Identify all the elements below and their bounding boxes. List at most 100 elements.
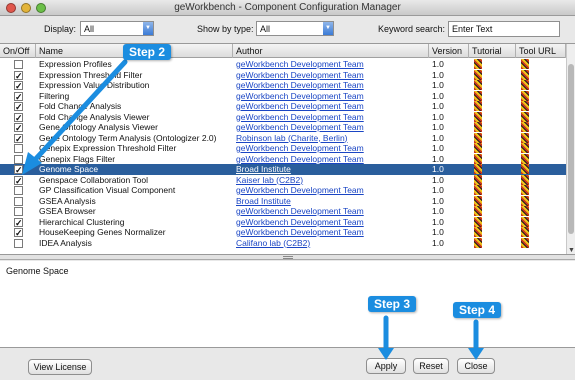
- enable-checkbox[interactable]: [14, 60, 23, 69]
- author-link[interactable]: geWorkbench Development Team: [233, 112, 429, 123]
- table-row[interactable]: Expression Value Distribution geWorkbench…: [0, 80, 566, 91]
- display-select[interactable]: All ▼: [80, 21, 154, 36]
- table-row[interactable]: HouseKeeping Genes Normalizer geWorkbench…: [0, 227, 566, 238]
- table-row[interactable]: GSEA Analysis Broad Institute 1.0: [0, 195, 566, 207]
- enable-checkbox[interactable]: [14, 196, 23, 206]
- tutorial-icon[interactable]: [474, 185, 482, 195]
- tutorial-icon[interactable]: [474, 216, 482, 227]
- tutorial-icon[interactable]: [474, 101, 482, 111]
- author-link[interactable]: geWorkbench Development Team: [233, 91, 429, 102]
- table-row[interactable]: Hierarchical Clustering geWorkbench Devel…: [0, 216, 566, 228]
- author-link[interactable]: geWorkbench Development Team: [233, 227, 429, 238]
- tutorial-icon[interactable]: [474, 69, 482, 80]
- tool-url-icon[interactable]: [521, 206, 529, 216]
- tutorial-icon[interactable]: [474, 206, 482, 216]
- table-row[interactable]: Gene Ontology Analysis Viewer geWorkbench…: [0, 122, 566, 133]
- table-row[interactable]: Genepix Expression Threshold Filter geWor…: [0, 143, 566, 154]
- tool-url-icon[interactable]: [521, 80, 529, 90]
- author-link[interactable]: Broad Institute: [233, 196, 429, 207]
- author-link[interactable]: Kaiser lab (C2B2): [233, 175, 429, 186]
- enable-checkbox[interactable]: [14, 70, 23, 80]
- table-row[interactable]: IDEA Analysis Califano lab (C2B2) 1.0: [0, 237, 566, 249]
- tool-url-icon[interactable]: [521, 164, 529, 174]
- author-link[interactable]: geWorkbench Development Team: [233, 101, 429, 112]
- table-row[interactable]: GP Classification Visual Component geWork…: [0, 185, 566, 196]
- table-row[interactable]: Filtering geWorkbench Development Team1.0: [0, 90, 566, 102]
- tool-url-icon[interactable]: [521, 101, 529, 111]
- tutorial-icon[interactable]: [474, 59, 482, 69]
- table-row[interactable]: Genome Space Broad Institute1.0: [0, 164, 566, 175]
- tutorial-icon[interactable]: [474, 227, 482, 237]
- tutorial-icon[interactable]: [474, 80, 482, 90]
- author-link[interactable]: geWorkbench Development Team: [233, 122, 429, 133]
- enable-checkbox[interactable]: [14, 112, 23, 122]
- enable-checkbox[interactable]: [14, 238, 23, 248]
- split-pane-divider[interactable]: [0, 255, 575, 260]
- enable-checkbox[interactable]: [14, 102, 23, 111]
- table-row[interactable]: Gene Ontology Term Analysis (Ontologizer…: [0, 132, 566, 144]
- col-author[interactable]: Author: [233, 44, 429, 58]
- tool-url-icon[interactable]: [521, 174, 529, 185]
- enable-checkbox[interactable]: [14, 175, 23, 185]
- tool-url-icon[interactable]: [521, 195, 529, 206]
- tool-url-icon[interactable]: [521, 143, 529, 153]
- enable-checkbox[interactable]: [14, 165, 23, 174]
- author-link[interactable]: geWorkbench Development Team: [233, 80, 429, 91]
- table-row[interactable]: Expression Threshold Filter geWorkbench D…: [0, 69, 566, 81]
- enable-checkbox[interactable]: [14, 228, 23, 237]
- keyword-search-input[interactable]: [448, 21, 560, 37]
- enable-checkbox[interactable]: [14, 154, 23, 164]
- author-link[interactable]: geWorkbench Development Team: [233, 59, 429, 70]
- tool-url-icon[interactable]: [521, 237, 529, 248]
- apply-button[interactable]: Apply: [366, 358, 406, 374]
- tutorial-icon[interactable]: [474, 143, 482, 153]
- table-row[interactable]: Fold Change Analysis geWorkbench Developm…: [0, 101, 566, 112]
- tool-url-icon[interactable]: [521, 227, 529, 237]
- tool-url-icon[interactable]: [521, 132, 529, 143]
- enable-checkbox[interactable]: [14, 217, 23, 227]
- author-link[interactable]: geWorkbench Development Team: [233, 217, 429, 228]
- author-link[interactable]: geWorkbench Development Team: [233, 143, 429, 154]
- author-link[interactable]: geWorkbench Development Team: [233, 206, 429, 217]
- tool-url-icon[interactable]: [521, 90, 529, 101]
- table-row[interactable]: Fold Change Analysis Viewer geWorkbench D…: [0, 111, 566, 123]
- table-row[interactable]: Expression Profiles geWorkbench Developme…: [0, 59, 566, 70]
- scroll-down-arrow-icon[interactable]: ▼: [568, 247, 575, 254]
- tutorial-icon[interactable]: [474, 237, 482, 248]
- tutorial-icon[interactable]: [474, 174, 482, 185]
- tutorial-icon[interactable]: [474, 153, 482, 164]
- table-row[interactable]: Genspace Collaboration Tool Kaiser lab (C…: [0, 174, 566, 186]
- tool-url-icon[interactable]: [521, 185, 529, 195]
- author-link[interactable]: Robinson lab (Charite, Berlin): [233, 133, 429, 144]
- col-tool-url[interactable]: Tool URL: [516, 44, 566, 58]
- enable-checkbox[interactable]: [14, 133, 23, 143]
- table-row[interactable]: GSEA Browser geWorkbench Development Team…: [0, 206, 566, 217]
- col-onoff[interactable]: On/Off: [0, 44, 36, 58]
- enable-checkbox[interactable]: [14, 207, 23, 216]
- view-license-button[interactable]: View License: [28, 359, 92, 375]
- tutorial-icon[interactable]: [474, 122, 482, 132]
- tool-url-icon[interactable]: [521, 153, 529, 164]
- author-link[interactable]: Califano lab (C2B2): [233, 238, 429, 249]
- col-version[interactable]: Version: [429, 44, 469, 58]
- table-row[interactable]: Genepix Flags Filter geWorkbench Developm…: [0, 153, 566, 165]
- tool-url-icon[interactable]: [521, 69, 529, 80]
- reset-button[interactable]: Reset: [413, 358, 449, 374]
- enable-checkbox[interactable]: [14, 81, 23, 90]
- tool-url-icon[interactable]: [521, 59, 529, 69]
- tutorial-icon[interactable]: [474, 195, 482, 206]
- tutorial-icon[interactable]: [474, 164, 482, 174]
- col-tutorial[interactable]: Tutorial: [469, 44, 516, 58]
- scrollbar-thumb[interactable]: [568, 64, 574, 234]
- close-button[interactable]: Close: [457, 358, 495, 374]
- tutorial-icon[interactable]: [474, 111, 482, 122]
- enable-checkbox[interactable]: [14, 123, 23, 132]
- tutorial-icon[interactable]: [474, 132, 482, 143]
- enable-checkbox[interactable]: [14, 91, 23, 101]
- tool-url-icon[interactable]: [521, 122, 529, 132]
- enable-checkbox[interactable]: [14, 186, 23, 195]
- type-select[interactable]: All ▼: [256, 21, 334, 36]
- tool-url-icon[interactable]: [521, 216, 529, 227]
- author-link[interactable]: geWorkbench Development Team: [233, 70, 429, 81]
- vertical-scrollbar[interactable]: ▼: [566, 44, 575, 254]
